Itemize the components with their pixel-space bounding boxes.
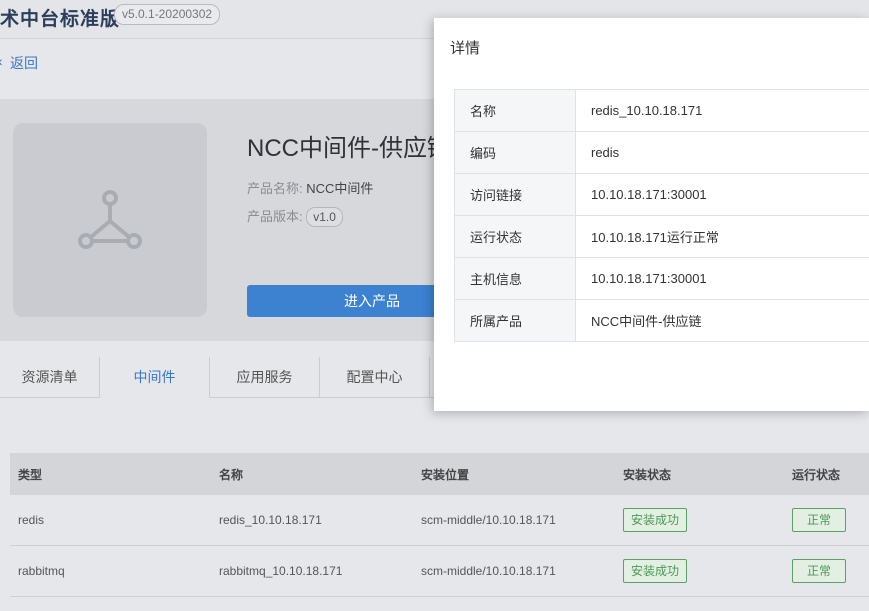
detail-value: redis_10.10.18.171 [575, 89, 869, 132]
cell-type: redis [10, 495, 211, 546]
detail-value: 10.10.18.171运行正常 [575, 215, 869, 258]
detail-value: 10.10.18.171:30001 [575, 257, 869, 300]
col-install-status: 安装状态 [615, 453, 784, 495]
detail-row: 主机信息 10.10.18.171:30001 [454, 257, 869, 300]
detail-row: 所属产品 NCC中间件-供应链 [454, 299, 869, 342]
product-name-label: 产品名称: [247, 181, 303, 196]
detail-key: 运行状态 [454, 215, 576, 258]
product-version-row: 产品版本: v1.0 [247, 206, 343, 227]
cell-type: rabbitmq [10, 545, 211, 597]
product-version-label: 产品版本: [247, 209, 303, 224]
chevron-left-icon[interactable]: ‹ [0, 53, 3, 69]
cell-install-status: 安装成功 [615, 545, 784, 597]
col-type: 类型 [10, 453, 211, 495]
back-link[interactable]: 返回 [10, 53, 38, 73]
tab-app-services[interactable]: 应用服务 [210, 357, 320, 397]
detail-row: 名称 redis_10.10.18.171 [454, 89, 869, 132]
cell-run-status: 正常 [784, 545, 869, 597]
version-badge: v5.0.1-20200302 [114, 4, 221, 25]
col-run-status: 运行状态 [784, 453, 869, 495]
table-header-row: 类型 名称 安装位置 安装状态 运行状态 [10, 453, 869, 495]
detail-row: 编码 redis [454, 131, 869, 174]
product-title: NCC中间件-供应链 [247, 135, 451, 162]
product-name-value: NCC中间件 [306, 181, 374, 196]
app-title: 术中台标准版 [0, 9, 121, 30]
table-row[interactable]: rabbitmq rabbitmq_10.10.18.171 scm-middl… [10, 545, 869, 597]
install-status-tag: 安装成功 [623, 559, 688, 583]
detail-row: 运行状态 10.10.18.171运行正常 [454, 215, 869, 258]
detail-key: 主机信息 [454, 257, 576, 300]
col-name: 名称 [211, 453, 413, 495]
detail-key: 访问链接 [454, 173, 576, 216]
cell-install-status: 安装成功 [615, 495, 784, 546]
tab-resources[interactable]: 资源清单 [0, 357, 100, 397]
tab-config-center[interactable]: 配置中心 [320, 357, 430, 397]
hub-icon [78, 190, 142, 249]
col-location: 安装位置 [413, 453, 615, 495]
detail-key: 所属产品 [454, 299, 576, 342]
product-name-row: 产品名称: NCC中间件 [247, 178, 373, 197]
run-status-tag: 正常 [792, 559, 847, 583]
cell-location: scm-middle/10.10.18.171 [413, 495, 615, 546]
middleware-table: 类型 名称 安装位置 安装状态 运行状态 redis redis_10.10.1… [10, 453, 869, 597]
product-logo [13, 123, 207, 317]
detail-key: 编码 [454, 131, 576, 174]
cell-location: scm-middle/10.10.18.171 [413, 545, 615, 597]
detail-value: redis [575, 131, 869, 174]
cell-run-status: 正常 [784, 495, 869, 546]
cell-name: redis_10.10.18.171 [211, 495, 413, 546]
detail-value: 10.10.18.171:30001 [575, 173, 869, 216]
run-status-tag: 正常 [792, 508, 847, 532]
tab-middleware[interactable]: 中间件 [99, 357, 210, 398]
cell-name: rabbitmq_10.10.18.171 [211, 545, 413, 597]
modal-title: 详情 [450, 40, 481, 57]
detail-modal: 详情 名称 redis_10.10.18.171 编码 redis 访问链接 1… [434, 18, 869, 411]
table-row[interactable]: redis redis_10.10.18.171 scm-middle/10.1… [10, 495, 869, 546]
install-status-tag: 安装成功 [623, 508, 688, 532]
detail-row: 访问链接 10.10.18.171:30001 [454, 173, 869, 216]
detail-key: 名称 [454, 89, 576, 132]
product-version-value: v1.0 [306, 207, 343, 227]
detail-value: NCC中间件-供应链 [575, 299, 869, 342]
detail-table: 名称 redis_10.10.18.171 编码 redis 访问链接 10.1… [454, 89, 869, 342]
